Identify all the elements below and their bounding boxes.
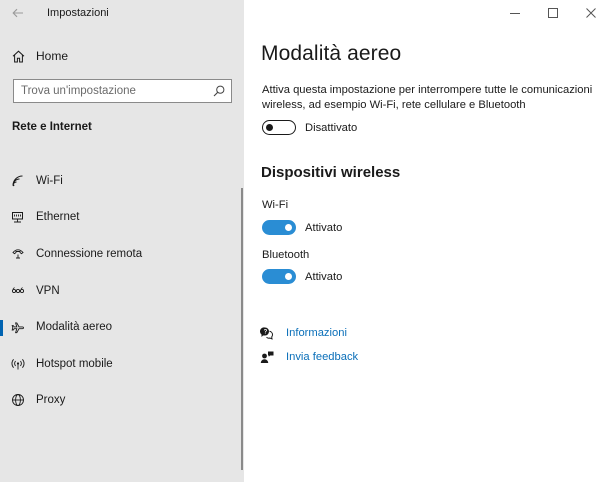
airplane-icon xyxy=(11,320,25,334)
sidebar-item-vpn[interactable]: VPN xyxy=(0,277,240,305)
sidebar-item-label: Ethernet xyxy=(36,211,80,223)
sidebar-item-hotspot[interactable]: Hotspot mobile xyxy=(0,350,240,378)
feedback-link-label: Invia feedback xyxy=(286,351,359,363)
sidebar-item-label: Hotspot mobile xyxy=(36,358,113,370)
wireless-devices-heading: Dispositivi wireless xyxy=(261,164,401,181)
airplane-mode-state-label: Disattivato xyxy=(305,122,358,134)
minimize-icon xyxy=(510,13,520,14)
wifi-icon xyxy=(11,174,25,188)
info-link-label: Informazioni xyxy=(286,327,347,339)
titlebar: Impostazioni xyxy=(0,0,244,26)
settings-window: Impostazioni Home Rete e Internet xyxy=(0,0,610,482)
app-title: Impostazioni xyxy=(47,7,109,19)
svg-text:?: ? xyxy=(264,330,268,336)
dialup-icon xyxy=(11,247,25,261)
sidebar-item-label: Modalità aereo xyxy=(36,321,113,333)
wifi-toggle[interactable] xyxy=(262,220,296,235)
sidebar-item-label: Connessione remota xyxy=(36,248,143,260)
toggle-knob xyxy=(266,123,273,131)
sidebar-item-ethernet[interactable]: Ethernet xyxy=(0,203,240,231)
wifi-state-label: Attivato xyxy=(305,222,343,234)
close-icon xyxy=(586,8,596,18)
airplane-mode-toggle[interactable] xyxy=(262,120,296,135)
hotspot-icon xyxy=(11,357,25,371)
bluetooth-device-label: Bluetooth xyxy=(262,249,310,261)
back-button[interactable] xyxy=(8,3,28,23)
sidebar-item-label: Wi-Fi xyxy=(36,175,63,187)
sidebar-item-label: VPN xyxy=(36,285,60,297)
minimize-button[interactable] xyxy=(496,0,534,26)
back-arrow-icon xyxy=(12,8,23,18)
info-link[interactable]: ? Informazioni xyxy=(260,325,347,341)
sidebar-item-label: Proxy xyxy=(36,394,66,406)
feedback-link[interactable]: Invia feedback xyxy=(260,349,358,365)
help-chat-icon: ? xyxy=(260,326,274,340)
close-button[interactable] xyxy=(572,0,610,26)
sidebar-item-remote-connection[interactable]: Connessione remota xyxy=(0,240,240,268)
sidebar-item-airplane-mode[interactable]: Modalità aereo xyxy=(0,313,240,341)
active-indicator xyxy=(0,320,3,336)
vpn-icon xyxy=(11,284,25,298)
section-title: Rete e Internet xyxy=(12,121,92,133)
ethernet-icon xyxy=(11,210,25,224)
feedback-icon xyxy=(260,350,274,364)
page-title: Modalità aereo xyxy=(261,42,402,65)
globe-icon xyxy=(11,393,25,407)
home-nav-item[interactable]: Home xyxy=(12,46,68,66)
bluetooth-toggle[interactable] xyxy=(262,269,296,284)
sidebar-item-wifi[interactable]: Wi-Fi xyxy=(0,167,240,195)
maximize-button[interactable] xyxy=(534,0,572,26)
airplane-description: Attiva questa impostazione per interromp… xyxy=(262,84,593,111)
toggle-knob xyxy=(285,224,292,231)
wifi-device-label: Wi-Fi xyxy=(262,199,289,211)
maximize-icon xyxy=(548,8,558,18)
toggle-knob xyxy=(285,273,292,280)
search-icon[interactable] xyxy=(212,84,226,98)
search-box[interactable] xyxy=(13,79,232,103)
window-controls xyxy=(496,0,610,26)
sidebar: Impostazioni Home Rete e Internet xyxy=(0,0,244,482)
home-icon xyxy=(12,50,25,62)
sidebar-scrollbar[interactable] xyxy=(241,188,243,470)
bluetooth-state-label: Attivato xyxy=(305,271,343,283)
home-label: Home xyxy=(36,49,69,63)
sidebar-item-proxy[interactable]: Proxy xyxy=(0,386,240,414)
search-input[interactable] xyxy=(21,83,201,99)
main-content: Modalità aereo Attiva questa impostazion… xyxy=(244,0,610,482)
